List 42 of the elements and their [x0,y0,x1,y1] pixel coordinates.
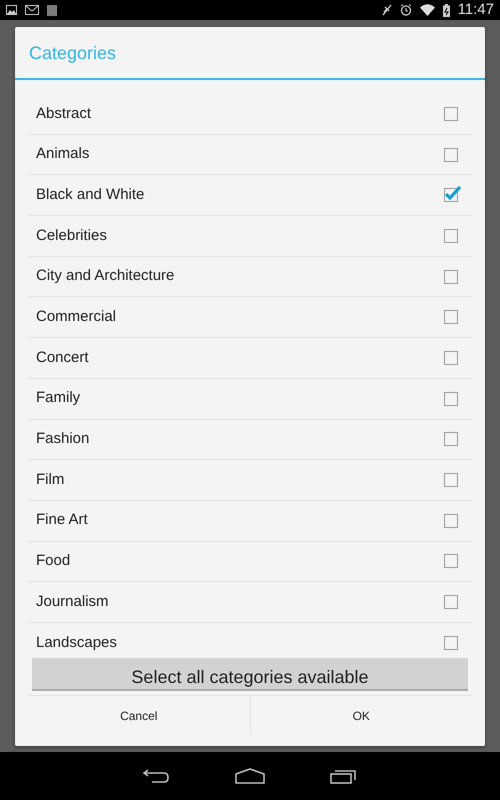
category-label[interactable]: Concert [36,346,89,370]
checkbox[interactable] [444,106,458,121]
category-label[interactable]: Fashion [36,428,90,451]
select-all-button[interactable]: Select all categories available [32,658,468,691]
checkbox[interactable] [444,148,458,162]
back-icon[interactable] [142,768,170,784]
picture-icon [6,5,17,15]
category-label[interactable]: Abstract [36,102,92,126]
wifi-icon [420,4,435,16]
slashed-signal-icon [382,4,392,16]
checkbox[interactable] [444,473,458,488]
cancel-button[interactable]: Cancel [28,696,250,735]
category-label[interactable]: Black and White [36,184,144,206]
category-label[interactable]: City and Architecture [36,265,174,288]
dialog-title: Categories [15,27,485,80]
category-label[interactable]: Celebrities [36,224,107,248]
checkbox[interactable] [444,514,458,528]
category-label[interactable]: Commercial [36,306,116,329]
category-label[interactable]: Family [36,387,80,410]
checkbox[interactable] [444,228,458,243]
category-label[interactable]: Landscapes [36,632,117,654]
ok-button[interactable]: OK [250,696,472,735]
checkbox[interactable] [444,554,458,568]
clock-time: 11:47 [458,0,494,20]
checkbox[interactable] [444,432,458,446]
category-label[interactable]: Food [36,550,70,573]
mail-icon [25,5,39,15]
home-icon[interactable] [235,768,265,784]
battery-icon [442,4,450,16]
checkbox[interactable] [444,350,458,365]
category-label[interactable]: Journalism [36,590,109,614]
bars-icon [47,4,57,16]
category-label[interactable]: Fine Art [36,509,88,532]
checkbox[interactable] [444,270,458,284]
checkbox[interactable] [444,636,458,650]
recents-icon[interactable] [330,768,358,784]
checkbox[interactable] [444,595,458,610]
category-label[interactable]: Animals [36,143,90,166]
category-label[interactable]: Film [36,468,64,492]
checkbox[interactable] [444,310,458,324]
checkbox[interactable] [444,392,458,406]
alarm-icon [400,4,412,16]
